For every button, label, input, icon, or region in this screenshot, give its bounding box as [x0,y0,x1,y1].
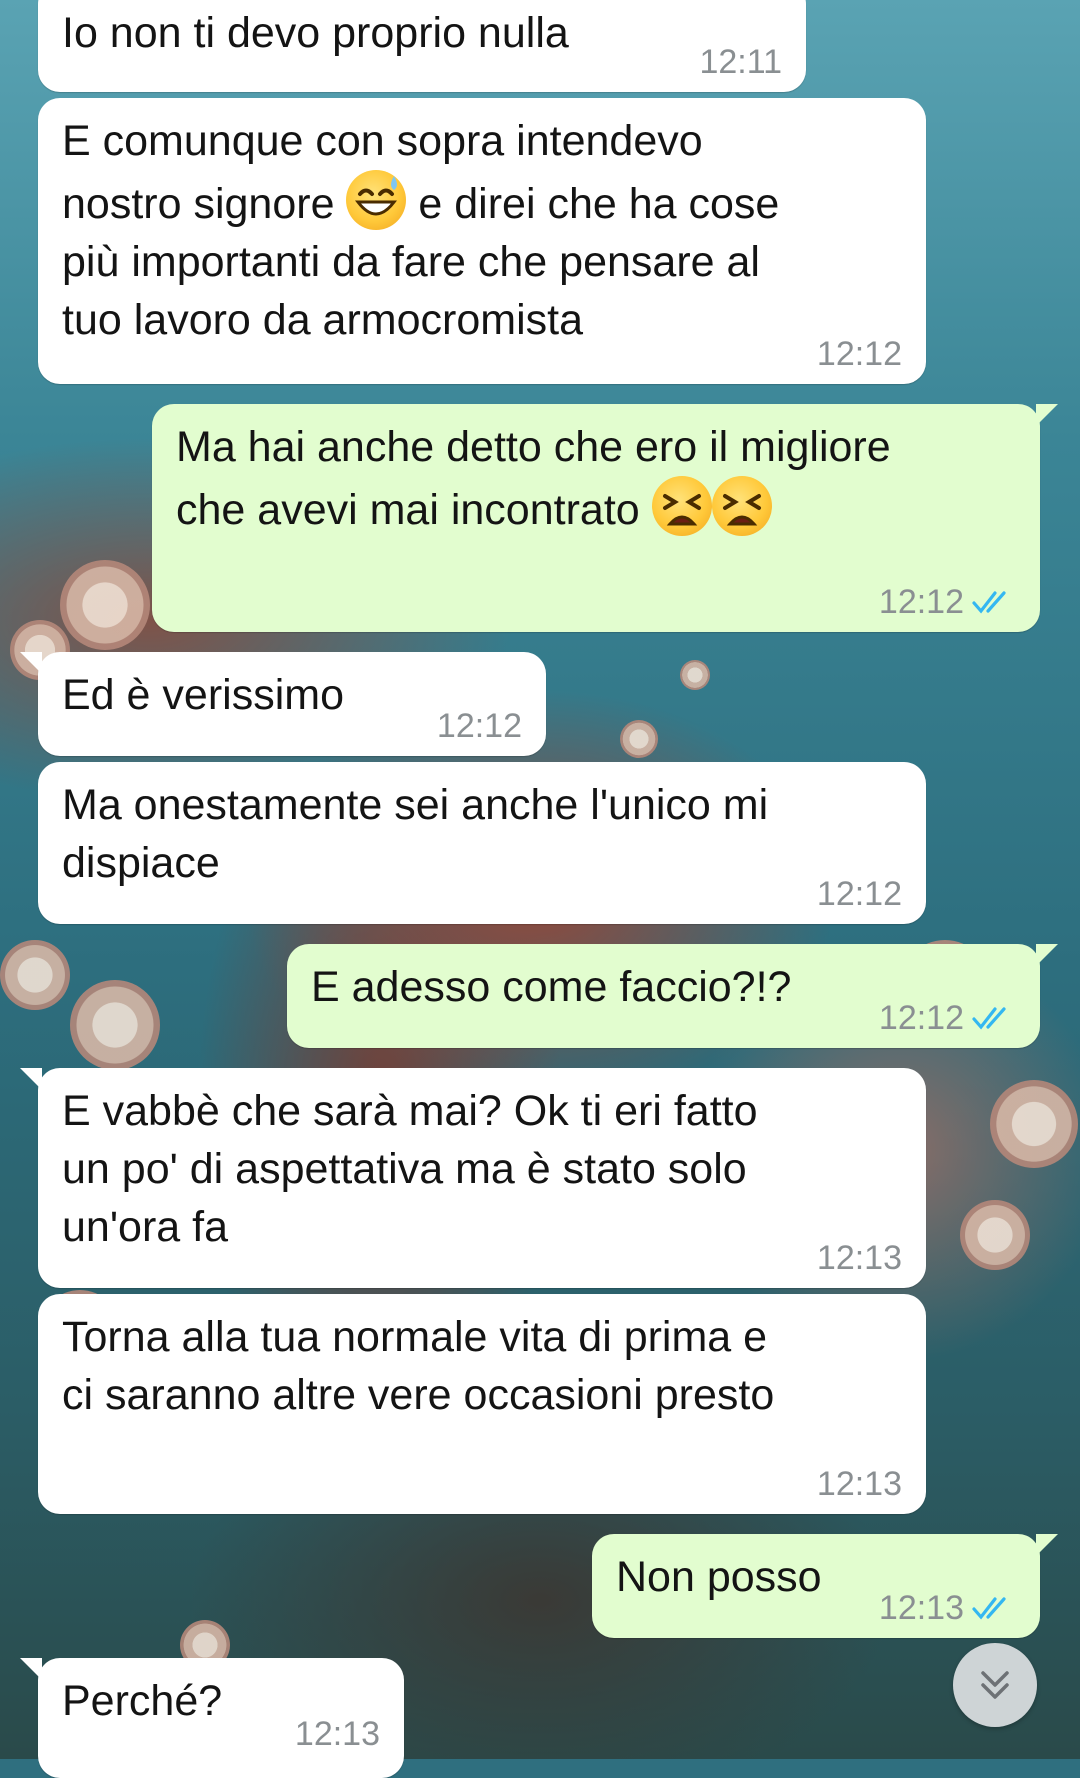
message-time: 12:13 [816,1465,902,1503]
incoming-message[interactable]: Torna alla tua normale vita di prima e c… [38,1294,926,1514]
message-time: 12:12 [878,583,964,621]
message-time: 12:12 [816,335,902,373]
read-double-check-icon [972,1007,1006,1030]
incoming-message[interactable]: Io non ti devo proprio nulla 12:11 [38,0,806,92]
message-time: 12:12 [878,999,964,1037]
grinning-sweat-emoji-icon [346,170,407,230]
incoming-message[interactable]: E comunque con sopra intendevo nostro si… [38,98,926,384]
message-time: 12:12 [816,875,902,913]
message-text: Non posso [616,1553,822,1601]
message-text: Ma onestamente sei anche l'unico mi disp… [62,781,769,887]
message-time: 12:13 [816,1239,902,1277]
incoming-message[interactable]: Perché? 12:13 [20,1658,404,1778]
message-text: E adesso come faccio?!? [311,963,792,1011]
incoming-message[interactable]: Ed è verissimo 12:12 [20,652,546,756]
message-time: 12:13 [294,1715,380,1753]
message-text: Ma hai anche detto che ero il migliore c… [176,423,891,534]
message-time: 12:12 [436,707,522,745]
incoming-message[interactable]: E vabbè che sarà mai? Ok ti eri fatto un… [20,1068,926,1288]
scroll-to-bottom-button[interactable] [953,1643,1037,1727]
message-time: 12:11 [699,43,782,81]
outgoing-message[interactable]: Non posso 12:13 [592,1534,1058,1638]
read-double-check-icon [972,591,1006,614]
tired-face-emoji-icon [651,476,712,536]
message-text: E vabbè che sarà mai? Ok ti eri fatto un… [62,1087,758,1251]
outgoing-message[interactable]: E adesso come faccio?!? 12:12 [287,944,1058,1048]
message-text: Ed è verissimo [62,671,344,719]
message-text: Perché? [62,1677,223,1725]
double-chevron-down-icon [981,1671,1009,1699]
message-time: 12:13 [878,1589,964,1627]
incoming-message[interactable]: Ma onestamente sei anche l'unico mi disp… [38,762,926,924]
read-double-check-icon [972,1597,1006,1620]
chat-messages: Io non ti devo proprio nulla 12:11 E com… [0,0,1080,1778]
message-text: Io non ti devo proprio nulla [62,9,569,57]
outgoing-message[interactable]: Ma hai anche detto che ero il migliore c… [152,404,1058,632]
message-text: Torna alla tua normale vita di prima e c… [62,1313,775,1419]
tired-face-emoji-icon [711,476,772,536]
